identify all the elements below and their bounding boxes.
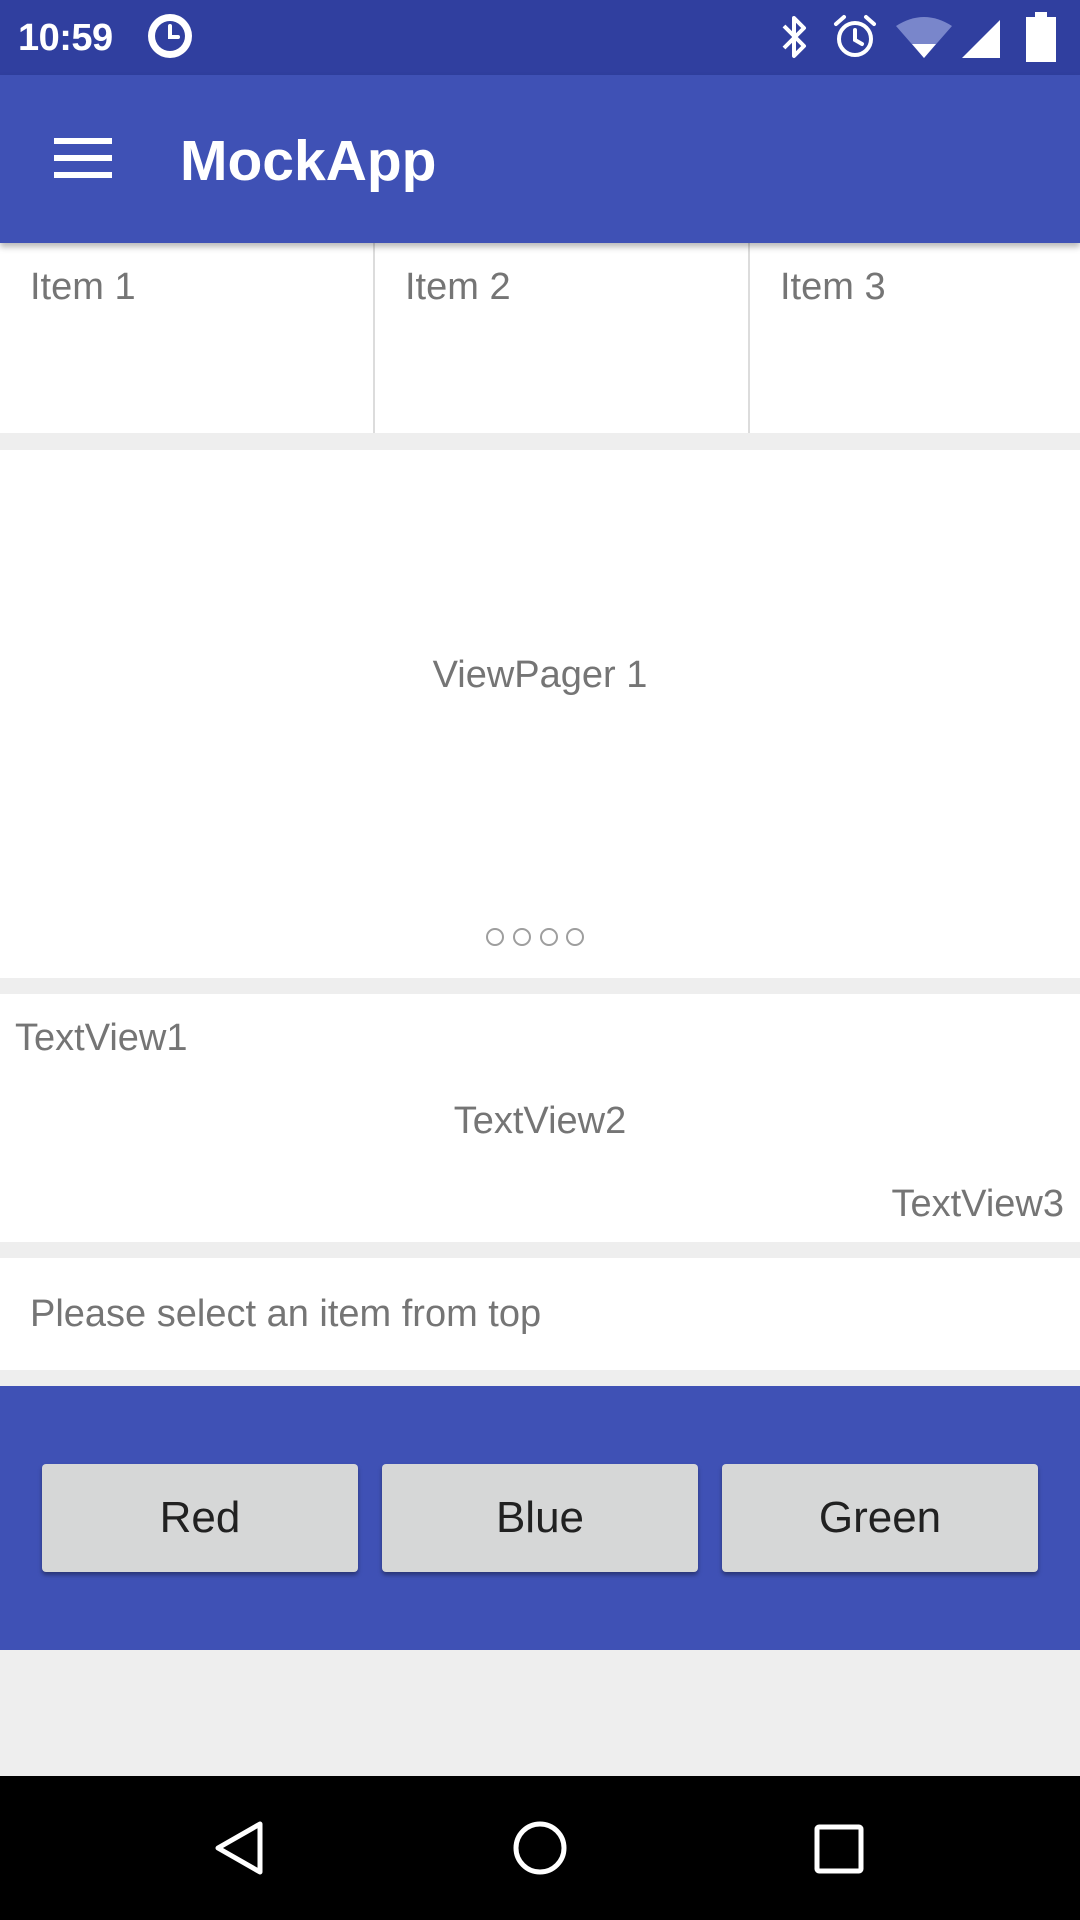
grid-item-1[interactable]: Item 1 [0, 243, 375, 433]
home-icon[interactable] [512, 1820, 568, 1881]
recents-icon[interactable] [814, 1824, 864, 1879]
grid-item-label: Item 2 [405, 266, 511, 308]
grid-item-2[interactable]: Item 2 [375, 243, 750, 433]
status-bar: 10:59 [0, 0, 1080, 75]
viewpager-label: ViewPager 1 [432, 654, 648, 696]
viewpager[interactable]: ViewPager 1 [0, 450, 1080, 978]
page-indicator-dot [513, 928, 531, 946]
page-indicator-dot [566, 928, 584, 946]
items-grid: Item 1 Item 2 Item 3 [0, 243, 1080, 433]
page-indicator-dot [540, 928, 558, 946]
app-toolbar [0, 75, 1080, 243]
clock-app-icon [146, 12, 194, 65]
blue-button[interactable]: Blue [382, 1464, 698, 1572]
textview-panel: TextView1 TextView2 TextView3 [0, 994, 1080, 1242]
textview-1: TextView1 [15, 1017, 188, 1059]
bluetooth-icon [778, 14, 812, 65]
status-time: 10:59 [18, 17, 113, 59]
navigation-bar [0, 1776, 1080, 1920]
grid-item-label: Item 3 [780, 266, 886, 308]
selection-panel: Please select an item from top [0, 1258, 1080, 1370]
alarm-icon [832, 14, 878, 65]
selection-prompt: Please select an item from top [30, 1293, 542, 1335]
grid-item-label: Item 1 [30, 266, 136, 308]
page-indicator-dot [486, 928, 504, 946]
color-button-bar: Red Blue Green [0, 1386, 1080, 1650]
signal-icon [958, 16, 1002, 65]
textview-2: TextView2 [453, 1100, 627, 1142]
textview-3: TextView3 [891, 1183, 1064, 1225]
green-button[interactable]: Green [722, 1464, 1038, 1572]
battery-icon [1026, 12, 1056, 67]
hamburger-menu-icon[interactable] [54, 136, 114, 185]
wifi-icon [894, 16, 954, 65]
red-button[interactable]: Red [42, 1464, 358, 1572]
grid-item-3[interactable]: Item 3 [750, 243, 1080, 433]
app-title: MockApp [180, 129, 437, 193]
back-icon[interactable] [212, 1820, 268, 1881]
